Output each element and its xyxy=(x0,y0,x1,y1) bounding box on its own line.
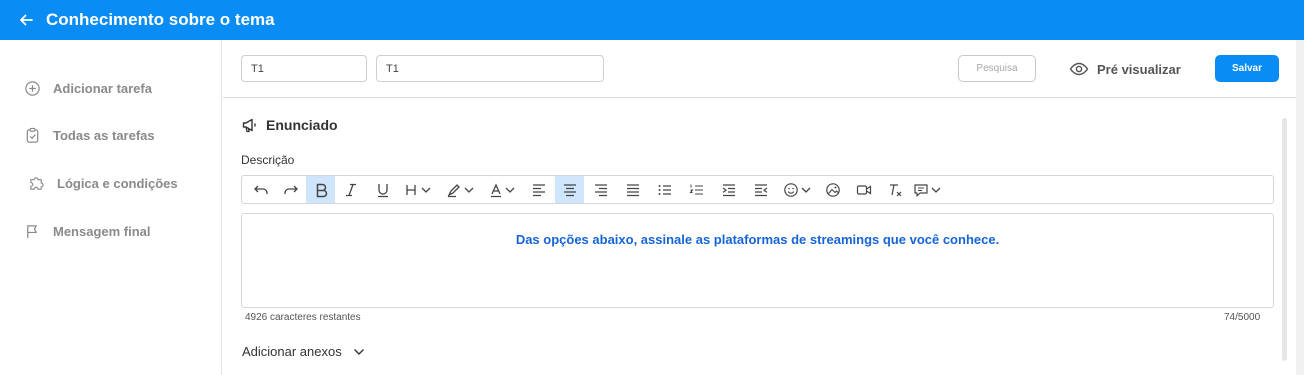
search-button[interactable]: Pesquisa xyxy=(958,55,1036,82)
window-scroll-strip xyxy=(1296,40,1304,375)
clear-format-icon[interactable] xyxy=(881,176,909,203)
sidebar-item-add-task[interactable]: Adicionar tarefa xyxy=(24,80,152,97)
italic-icon[interactable] xyxy=(335,176,367,203)
image-icon[interactable] xyxy=(819,176,847,203)
sidebar-item-label: Mensagem final xyxy=(53,224,151,239)
align-justify-icon[interactable] xyxy=(617,176,649,203)
sidebar: Adicionar tarefa Todas as tarefas Lógica… xyxy=(0,40,222,375)
description-label: Descrição xyxy=(241,153,295,167)
bold-icon[interactable] xyxy=(306,176,335,203)
attachments-label: Adicionar anexos xyxy=(242,344,342,359)
megaphone-icon xyxy=(242,118,256,133)
section-title: Enunciado xyxy=(266,117,338,133)
sidebar-item-label: Todas as tarefas xyxy=(53,128,155,143)
description-editor[interactable]: Das opções abaixo, assinale as plataform… xyxy=(241,213,1274,308)
top-bar: Conhecimento sobre o tema xyxy=(0,0,1304,40)
flag-icon xyxy=(27,225,37,239)
editor-content[interactable]: Das opções abaixo, assinale as plataform… xyxy=(242,232,1273,247)
rich-text-toolbar xyxy=(241,175,1274,204)
chevron-down-icon xyxy=(353,348,364,355)
comment-dropdown-icon[interactable] xyxy=(909,176,947,203)
emoji-dropdown-icon[interactable] xyxy=(777,176,819,203)
outdent-icon[interactable] xyxy=(745,176,777,203)
align-center-icon[interactable] xyxy=(555,176,584,203)
eye-icon xyxy=(1069,62,1089,76)
preview-label: Pré visualizar xyxy=(1097,61,1181,77)
bullet-list-icon[interactable] xyxy=(649,176,681,203)
task-toolbar: T1 T1 Pesquisa Pré visualizar Salvar xyxy=(223,40,1296,98)
save-button[interactable]: Salvar xyxy=(1215,55,1279,82)
underline-icon[interactable] xyxy=(367,176,399,203)
font-color-dropdown-icon[interactable] xyxy=(483,176,523,203)
redo-icon[interactable] xyxy=(276,176,306,203)
chars-remaining: 4926 caracteres restantes xyxy=(245,312,361,323)
undo-icon[interactable] xyxy=(246,176,276,203)
sidebar-item-all-tasks[interactable]: Todas as tarefas xyxy=(24,127,155,144)
align-right-icon[interactable] xyxy=(584,176,617,203)
video-icon[interactable] xyxy=(847,176,881,203)
sidebar-item-label: Lógica e condições xyxy=(57,176,178,191)
add-attachments-toggle[interactable]: Adicionar anexos xyxy=(242,344,366,359)
page-title: Conhecimento sobre o tema xyxy=(46,10,275,29)
heading-dropdown-icon[interactable] xyxy=(399,176,439,203)
sidebar-item-label: Adicionar tarefa xyxy=(53,81,152,96)
task-code-field[interactable]: T1 xyxy=(241,55,367,82)
panel-scrollbar[interactable] xyxy=(1282,118,1287,361)
plus-circle-icon xyxy=(25,81,40,96)
sidebar-item-final-message[interactable]: Mensagem final xyxy=(24,223,151,240)
indent-icon[interactable] xyxy=(713,176,745,203)
statement-panel: Enunciado Descrição Das opções abaixo, a… xyxy=(223,98,1296,375)
sidebar-item-logic[interactable]: Lógica e condições xyxy=(28,175,178,192)
highlight-dropdown-icon[interactable] xyxy=(439,176,483,203)
task-name-field[interactable]: T1 xyxy=(376,55,604,82)
section-header: Enunciado xyxy=(241,116,338,134)
back-arrow-icon[interactable] xyxy=(18,12,34,28)
align-left-icon[interactable] xyxy=(523,176,555,203)
numbered-list-icon[interactable] xyxy=(681,176,713,203)
preview-button[interactable]: Pré visualizar xyxy=(1069,59,1181,79)
puzzle-icon xyxy=(30,177,44,190)
char-count: 74/5000 xyxy=(1224,312,1261,323)
clipboard-check-icon xyxy=(26,127,39,143)
